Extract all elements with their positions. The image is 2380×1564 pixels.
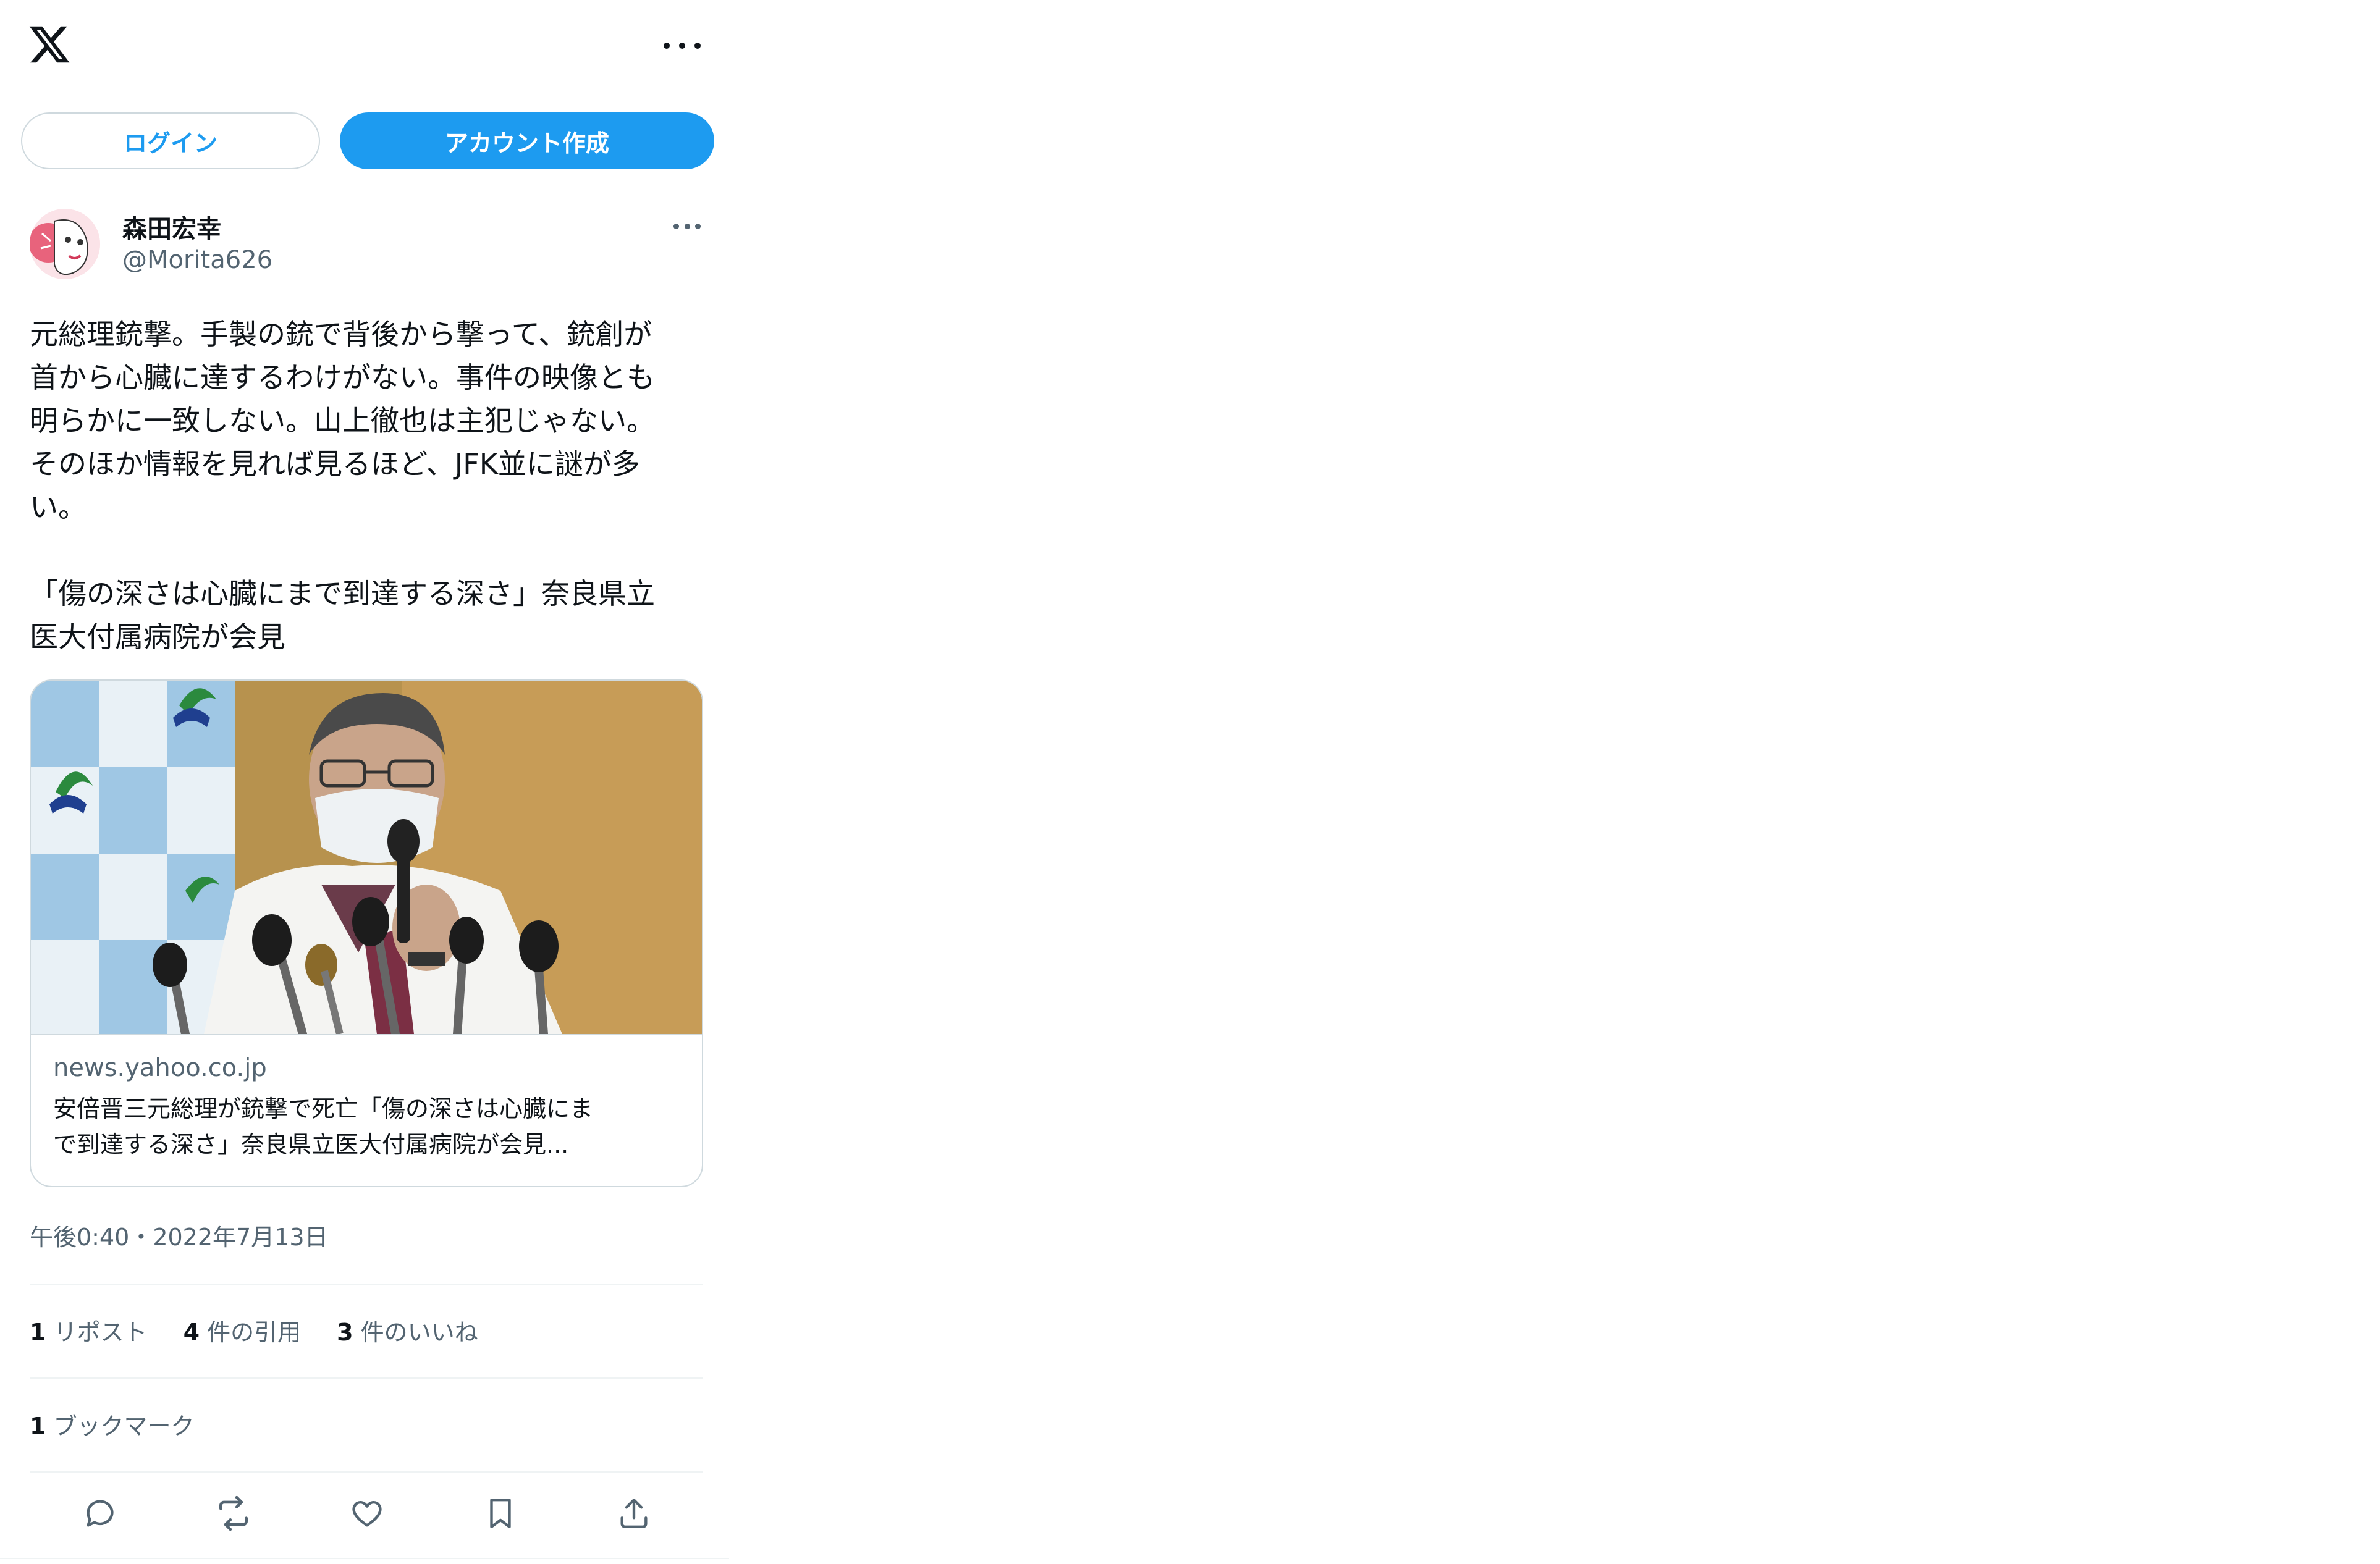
reposts-label: リポスト bbox=[53, 1319, 148, 1346]
card-image[interactable] bbox=[31, 681, 702, 1035]
bookmarks-count: 1 bbox=[30, 1413, 46, 1440]
post-timestamp[interactable]: 午後0:40・2022年7月13日 bbox=[30, 1218, 328, 1252]
action-bar bbox=[0, 1491, 729, 1541]
divider bbox=[30, 1284, 703, 1285]
quotes-count: 4 bbox=[183, 1319, 200, 1346]
card-domain: news.yahoo.co.jp bbox=[53, 1054, 267, 1082]
repost-icon[interactable] bbox=[211, 1491, 256, 1536]
bookmarks-stat[interactable]: 1 ブックマーク bbox=[30, 1407, 195, 1441]
post-more-icon[interactable] bbox=[673, 221, 701, 231]
likes-stat[interactable]: 3 件のいいね bbox=[337, 1313, 478, 1347]
share-icon[interactable] bbox=[612, 1491, 656, 1536]
page: ログイン アカウント作成 森田宏幸 @Morita626 元総理銃撃。手製の銃で… bbox=[0, 0, 2380, 1564]
engagement-stats: 1 リポスト 4 件の引用 3 件のいいね bbox=[30, 1313, 478, 1347]
divider bbox=[30, 1471, 703, 1473]
divider bbox=[0, 1558, 729, 1559]
tweet-column: ログイン アカウント作成 森田宏幸 @Morita626 元総理銃撃。手製の銃で… bbox=[0, 0, 729, 1564]
like-icon[interactable] bbox=[345, 1491, 389, 1536]
reposts-count: 1 bbox=[30, 1319, 46, 1346]
card-title: 安倍晋三元総理が銃撃で死亡「傷の深さは心臓にま で到達する深さ」奈良県立医大付属… bbox=[53, 1095, 594, 1158]
author-name[interactable]: 森田宏幸 bbox=[122, 209, 221, 245]
signup-button[interactable]: アカウント作成 bbox=[340, 112, 714, 169]
more-options-icon[interactable] bbox=[664, 35, 701, 57]
x-logo-icon[interactable] bbox=[27, 22, 72, 67]
divider bbox=[30, 1377, 703, 1379]
likes-count: 3 bbox=[337, 1319, 353, 1346]
tweet-text: 元総理銃撃。手製の銃で背後から撃って、銃創が 首から心臓に達するわけがない。事件… bbox=[30, 317, 655, 654]
bookmark-icon[interactable] bbox=[478, 1491, 523, 1536]
likes-label: 件のいいね bbox=[360, 1319, 478, 1346]
quotes-label: 件の引用 bbox=[207, 1319, 302, 1346]
link-card[interactable]: news.yahoo.co.jp 安倍晋三元総理が銃撃で死亡「傷の深さは心臓にま… bbox=[30, 679, 703, 1187]
reposts-stat[interactable]: 1 リポスト bbox=[30, 1313, 148, 1347]
login-button[interactable]: ログイン bbox=[21, 112, 320, 169]
quotes-stat[interactable]: 4 件の引用 bbox=[184, 1313, 302, 1347]
author-handle[interactable]: @Morita626 bbox=[122, 246, 272, 274]
reply-icon[interactable] bbox=[78, 1491, 122, 1536]
bookmarks-label: ブックマーク bbox=[53, 1413, 195, 1440]
avatar[interactable] bbox=[30, 209, 100, 279]
